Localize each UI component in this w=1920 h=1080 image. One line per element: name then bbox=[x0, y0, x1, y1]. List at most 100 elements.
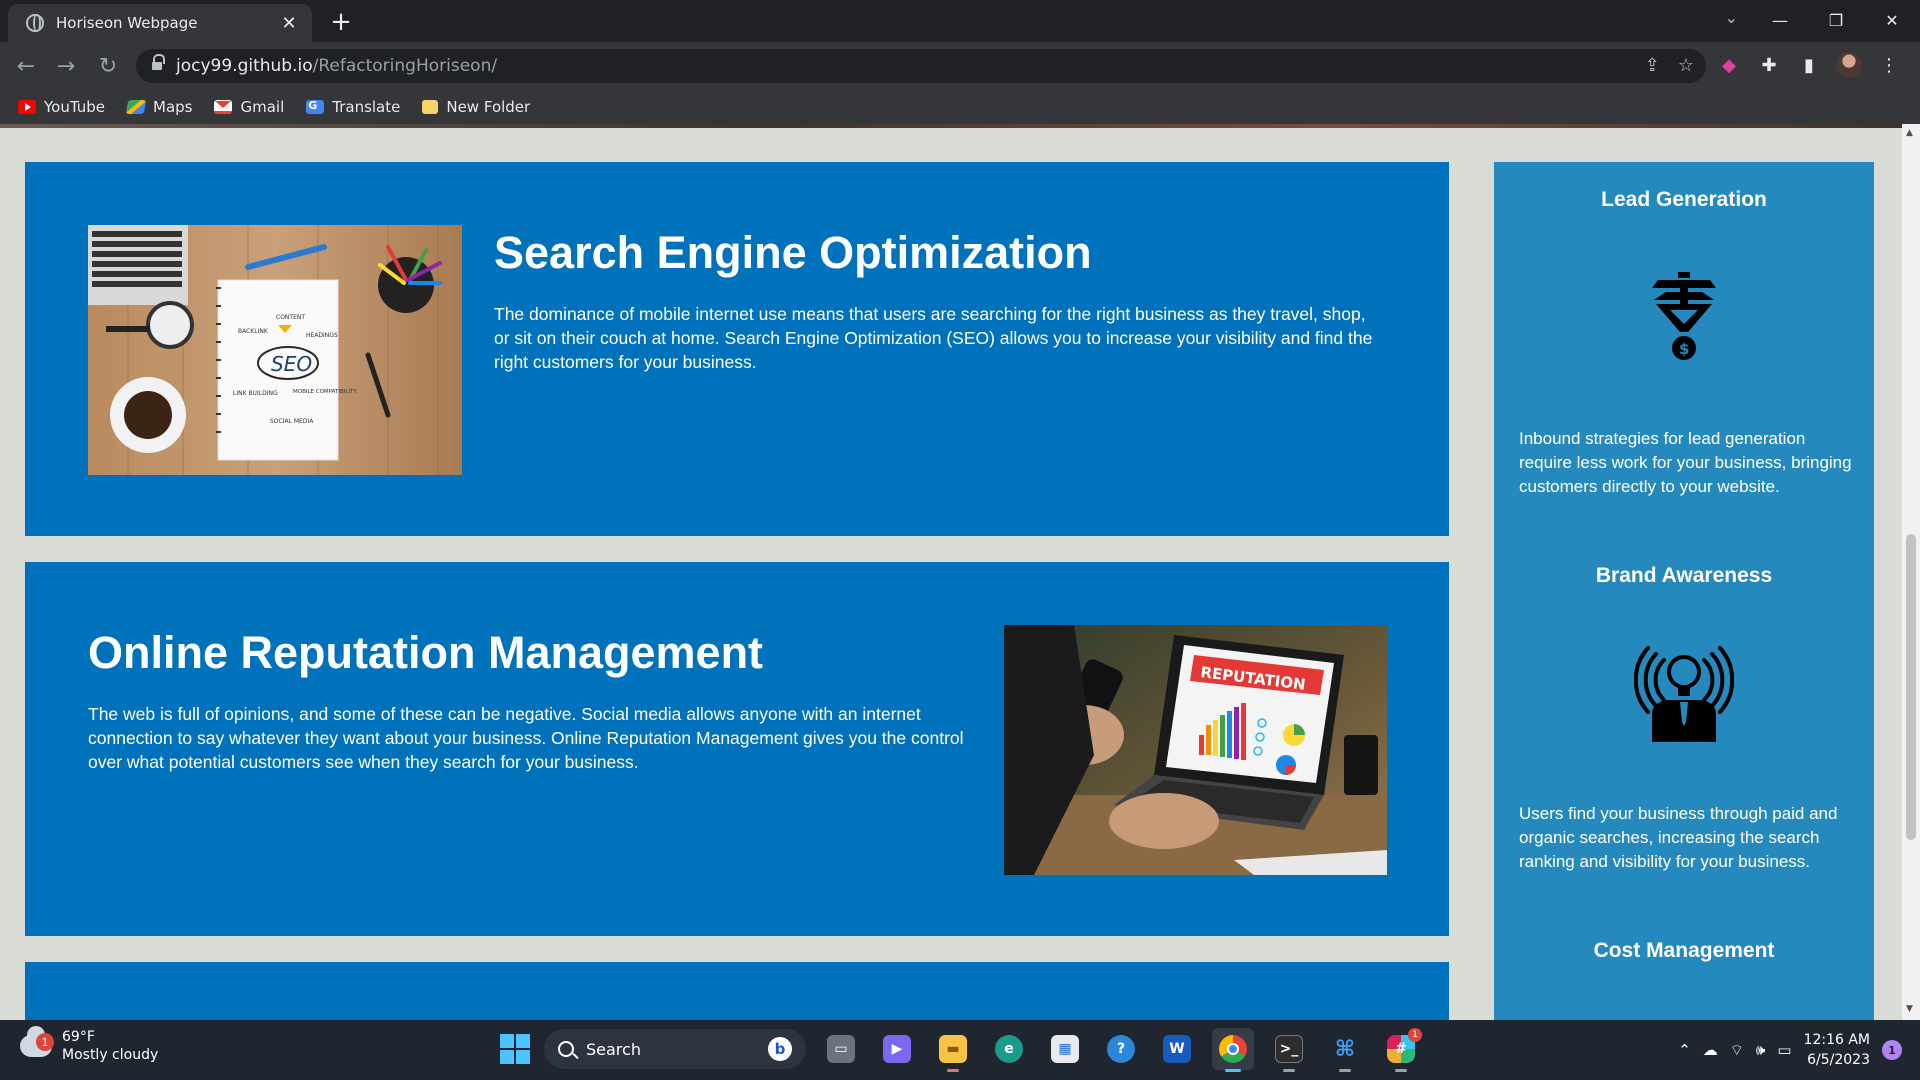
browser-toolbar: ← → ↻ jocy99.github.io/RefactoringHorise… bbox=[0, 42, 1920, 90]
seo-image-label: SEO bbox=[271, 352, 312, 376]
system-tray: ⌃ ☁ ⌔ 🕪 ▭ 12:16 AM 6/5/2023 1 bbox=[1678, 1030, 1902, 1070]
globe-icon bbox=[26, 14, 44, 32]
weather-badge: 1 bbox=[36, 1033, 54, 1051]
profile-avatar[interactable] bbox=[1834, 50, 1864, 80]
bookmark-translate[interactable]: Translate bbox=[306, 98, 400, 116]
bookmark-label: Translate bbox=[332, 98, 401, 116]
teams-chat-icon[interactable]: ▶ bbox=[876, 1028, 918, 1070]
social-media-section bbox=[25, 962, 1449, 1020]
scroll-down-icon[interactable]: ▼ bbox=[1906, 1004, 1913, 1014]
slack-icon[interactable]: #1 bbox=[1380, 1028, 1422, 1072]
page-viewport: SEO CONTENT BACKLINK HEADINGS LINK BUILD… bbox=[0, 124, 1902, 1020]
bookmark-label: YouTube bbox=[44, 98, 105, 116]
battery-icon[interactable]: ▭ bbox=[1777, 1041, 1791, 1059]
section-text: The dominance of mobile internet use mea… bbox=[494, 304, 1373, 372]
section-title: Search Engine Optimization bbox=[494, 227, 1092, 278]
seo-image-label: CONTENT bbox=[276, 314, 305, 321]
benefit-title: Cost Management bbox=[1593, 939, 1775, 962]
online-reputation-section: Online Reputation Management The web is … bbox=[25, 562, 1449, 936]
tab-title: Horiseon Webpage bbox=[56, 14, 198, 32]
clock-date: 6/5/2023 bbox=[1807, 1052, 1870, 1068]
url-path: /RefactoringHoriseon/ bbox=[312, 56, 498, 76]
task-view-icon[interactable]: ▭ bbox=[820, 1028, 862, 1070]
seo-image-label: LINK BUILDING bbox=[233, 390, 278, 397]
bookmark-maps[interactable]: Maps bbox=[125, 98, 193, 116]
seo-image-label: MOBILE COMPATIBILITY bbox=[293, 389, 357, 395]
restore-icon[interactable]: ❐ bbox=[1808, 0, 1864, 40]
vscode-icon[interactable]: ⌘ bbox=[1324, 1028, 1366, 1072]
show-hidden-icons-chevron-icon[interactable]: ⌃ bbox=[1678, 1041, 1691, 1059]
windows-start-icon[interactable] bbox=[500, 1034, 530, 1064]
reload-icon[interactable]: ↻ bbox=[92, 50, 124, 82]
benefit-text: Users find your business through paid an… bbox=[1519, 804, 1838, 871]
weather-widget[interactable]: 1 69°F Mostly cloudy bbox=[20, 1026, 159, 1064]
windows-taskbar: 1 69°F Mostly cloudy Search b ▭ ▶ ▬ e ▦ … bbox=[0, 1020, 1920, 1080]
edge-icon[interactable]: e bbox=[988, 1028, 1030, 1070]
bookmark-label: New Folder bbox=[446, 98, 531, 116]
bookmark-youtube[interactable]: YouTube bbox=[18, 98, 105, 116]
search-icon bbox=[558, 1041, 574, 1057]
seo-image-label: SOCIAL MEDIA bbox=[270, 418, 314, 425]
seo-image-label: HEADINGS bbox=[306, 332, 338, 339]
bookmarks-bar: YouTube Maps Gmail Translate New Folder bbox=[0, 90, 1920, 124]
bookmark-star-icon[interactable]: ☆ bbox=[1678, 55, 1694, 76]
bing-icon[interactable]: b bbox=[768, 1037, 792, 1061]
file-explorer-icon[interactable]: ▬ bbox=[932, 1028, 974, 1072]
seo-image: SEO CONTENT BACKLINK HEADINGS LINK BUILD… bbox=[88, 225, 462, 475]
terminal-icon[interactable]: >_ bbox=[1268, 1028, 1310, 1072]
share-icon[interactable]: ⇪ bbox=[1645, 55, 1660, 76]
extension-tag-icon[interactable]: ◆ bbox=[1714, 50, 1744, 80]
get-help-icon[interactable]: ? bbox=[1100, 1028, 1142, 1070]
gmail-icon bbox=[214, 100, 233, 114]
bookmark-new-folder[interactable]: New Folder bbox=[422, 98, 530, 116]
forward-icon[interactable]: → bbox=[50, 50, 82, 82]
taskbar-apps: Search b ▭ ▶ ▬ e ▦ ? W >_ ⌘ #1 bbox=[500, 1028, 1422, 1072]
page-scrollbar[interactable]: ▲ ▼ bbox=[1902, 124, 1920, 1020]
scroll-thumb[interactable] bbox=[1906, 534, 1916, 840]
lock-icon[interactable] bbox=[152, 54, 165, 72]
svg-text:$: $ bbox=[1679, 340, 1689, 358]
clock[interactable]: 12:16 AM 6/5/2023 bbox=[1804, 1030, 1870, 1070]
weather-desc: Mostly cloudy bbox=[62, 1047, 159, 1063]
volume-icon[interactable]: 🕪 bbox=[1756, 1041, 1765, 1059]
window-controls: — ❐ ✕ bbox=[1752, 0, 1920, 40]
seo-image-label: BACKLINK bbox=[238, 328, 269, 335]
notification-badge[interactable]: 1 bbox=[1882, 1040, 1902, 1060]
new-tab-button[interactable]: + bbox=[326, 8, 356, 36]
bookmark-label: Maps bbox=[153, 98, 193, 116]
word-icon[interactable]: W bbox=[1156, 1028, 1198, 1070]
section-title: Online Reputation Management bbox=[88, 627, 764, 678]
microsoft-store-icon[interactable]: ▦ bbox=[1044, 1028, 1086, 1070]
side-panel-icon[interactable]: ▮ bbox=[1794, 50, 1824, 80]
tab-strip: Horiseon Webpage ✕ + ⌄ — ❐ ✕ bbox=[0, 0, 1920, 42]
bookmark-label: Gmail bbox=[240, 98, 285, 116]
minimize-icon[interactable]: — bbox=[1752, 0, 1808, 40]
scroll-up-icon[interactable]: ▲ bbox=[1906, 128, 1913, 138]
taskbar-search-label: Search bbox=[586, 1039, 641, 1059]
lead-generation-funnel-icon: $ bbox=[1634, 266, 1734, 366]
back-icon[interactable]: ← bbox=[10, 50, 42, 82]
chrome-icon[interactable] bbox=[1212, 1028, 1254, 1072]
menu-kebab-icon[interactable]: ⋮ bbox=[1874, 50, 1904, 80]
section-text: The web is full of opinions, and some of… bbox=[88, 704, 964, 772]
clock-time: 12:16 AM bbox=[1803, 1032, 1870, 1048]
reputation-image: REPUTATION bbox=[1004, 625, 1387, 875]
maps-icon bbox=[125, 100, 147, 114]
close-tab-icon[interactable]: ✕ bbox=[278, 13, 300, 34]
weather-temp: 69°F bbox=[62, 1029, 95, 1045]
address-bar[interactable]: jocy99.github.io/RefactoringHoriseon/ ⇪ … bbox=[136, 49, 1706, 83]
taskbar-search[interactable]: Search b bbox=[544, 1029, 806, 1069]
youtube-icon bbox=[18, 100, 36, 114]
extensions-puzzle-icon[interactable]: ✚ bbox=[1754, 50, 1784, 80]
seo-section: SEO CONTENT BACKLINK HEADINGS LINK BUILD… bbox=[25, 162, 1449, 536]
brand-awareness-lightbulb-icon bbox=[1633, 642, 1735, 742]
close-window-icon[interactable]: ✕ bbox=[1864, 0, 1920, 40]
wifi-icon[interactable]: ⌔ bbox=[1730, 1041, 1744, 1060]
cloud-sync-icon[interactable]: ☁ bbox=[1703, 1041, 1718, 1059]
tab-search-chevron-icon[interactable]: ⌄ bbox=[1725, 8, 1738, 27]
translate-icon bbox=[306, 99, 325, 114]
bookmark-gmail[interactable]: Gmail bbox=[214, 98, 284, 116]
benefit-title: Brand Awareness bbox=[1595, 564, 1773, 587]
folder-icon bbox=[422, 100, 439, 114]
active-tab[interactable]: Horiseon Webpage ✕ bbox=[8, 4, 312, 42]
